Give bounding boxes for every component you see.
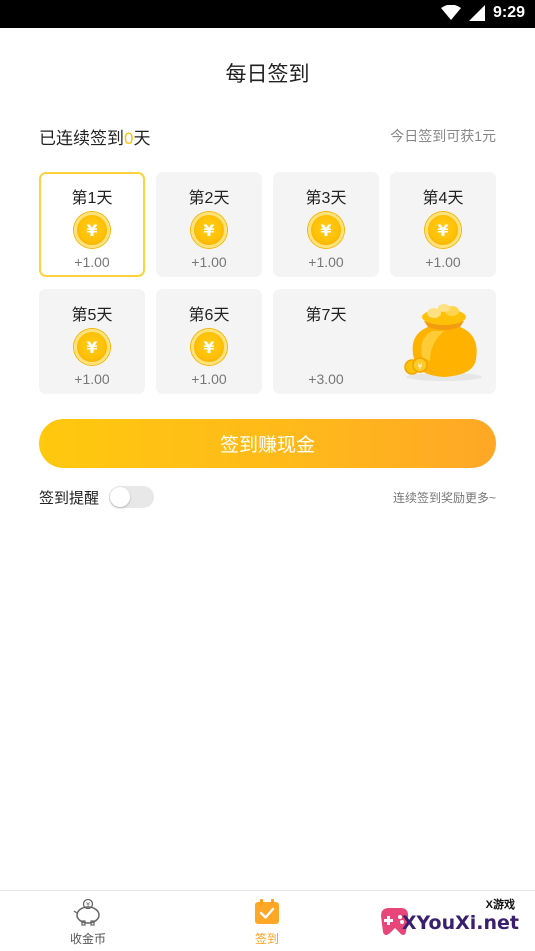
coin-glyph: ¥ — [86, 337, 98, 357]
reminder-toggle[interactable] — [109, 486, 154, 508]
day-amount: +1.00 — [74, 254, 110, 270]
coin-icon: ¥ — [191, 329, 227, 365]
day-label: 第2天 — [188, 190, 230, 207]
day-label: 第3天 — [305, 190, 347, 207]
day-amount: +1.00 — [308, 254, 344, 270]
coin-glyph: ¥ — [203, 337, 215, 357]
reminder-label: 签到提醒 — [39, 490, 100, 507]
piggy-bank-icon: ¥ — [73, 898, 100, 926]
checkin-earn-cash-button[interactable]: 签到赚现金 — [39, 419, 496, 468]
streak-text: 已连续签到0天 — [39, 124, 150, 149]
streak-suffix: 天 — [133, 129, 151, 148]
day-card-1[interactable]: 第1天 ¥ +1.00 — [39, 172, 145, 277]
wifi-icon — [440, 5, 461, 20]
coin-icon: ¥ — [425, 212, 461, 248]
day-amount: +1.00 — [74, 371, 110, 387]
day-amount: +1.00 — [191, 254, 227, 270]
watermark-main-text: XYouXi.net — [401, 912, 519, 934]
coin-glyph: ¥ — [437, 220, 449, 240]
svg-text:¥: ¥ — [86, 902, 90, 909]
toggle-knob — [110, 487, 130, 507]
day-card-4[interactable]: 第4天 ¥ +1.00 — [390, 172, 496, 277]
status-time: 9:29 — [492, 4, 525, 21]
day-card-2[interactable]: 第2天 ¥ +1.00 — [156, 172, 262, 277]
day-label: 第5天 — [71, 307, 113, 324]
day-card-3[interactable]: 第3天 ¥ +1.00 — [273, 172, 379, 277]
tab-checkin[interactable]: 签到 — [222, 897, 312, 949]
reminder-row: 签到提醒 连续签到奖励更多~ — [39, 485, 496, 509]
watermark-small-text: X游戏 — [485, 899, 515, 911]
day-amount: +3.00 — [308, 371, 344, 387]
day-label: 第6天 — [188, 307, 230, 324]
coin-icon: ¥ — [74, 212, 110, 248]
streak-row: 已连续签到0天 今日签到可获1元 — [39, 124, 496, 149]
checkin-days-grid: 第1天 ¥ +1.00 第2天 ¥ +1.00 第3天 ¥ +1.00 第4天 … — [39, 172, 496, 394]
coin-glyph: ¥ — [86, 220, 98, 240]
day-label: 第1天 — [71, 190, 113, 207]
day-label: 第4天 — [422, 190, 464, 207]
calendar-check-icon — [255, 899, 279, 924]
day-card-7[interactable]: 第7天 +3.00 ¥ — [273, 289, 496, 394]
coin-icon: ¥ — [308, 212, 344, 248]
day-label: 第7天 — [305, 307, 347, 324]
coin-glyph: ¥ — [320, 220, 332, 240]
svg-text:¥: ¥ — [417, 362, 422, 371]
coin-icon: ¥ — [74, 329, 110, 365]
day-amount: +1.00 — [191, 371, 227, 387]
tab-label: 收金币 — [69, 932, 106, 946]
coin-icon: ¥ — [191, 212, 227, 248]
day-card-6[interactable]: 第6天 ¥ +1.00 — [156, 289, 262, 394]
watermark: X游戏 XYouXi.net — [369, 896, 529, 948]
day-card-5[interactable]: 第5天 ¥ +1.00 — [39, 289, 145, 394]
status-bar: 9:29 — [0, 0, 535, 28]
tab-collect-coins[interactable]: ¥ 收金币 — [43, 897, 133, 949]
status-icons: 9:29 — [440, 4, 525, 22]
streak-prefix: 已连续签到 — [39, 129, 124, 148]
page-title: 每日签到 — [225, 63, 310, 86]
today-reward-text: 今日签到可获1元 — [390, 128, 496, 144]
money-bag-icon: ¥ — [404, 304, 482, 381]
tab-label: 签到 — [254, 932, 279, 946]
coin-glyph: ¥ — [203, 220, 215, 240]
signal-icon — [468, 5, 485, 21]
day-amount: +1.00 — [425, 254, 461, 270]
more-rewards-text: 连续签到奖励更多~ — [392, 491, 496, 505]
